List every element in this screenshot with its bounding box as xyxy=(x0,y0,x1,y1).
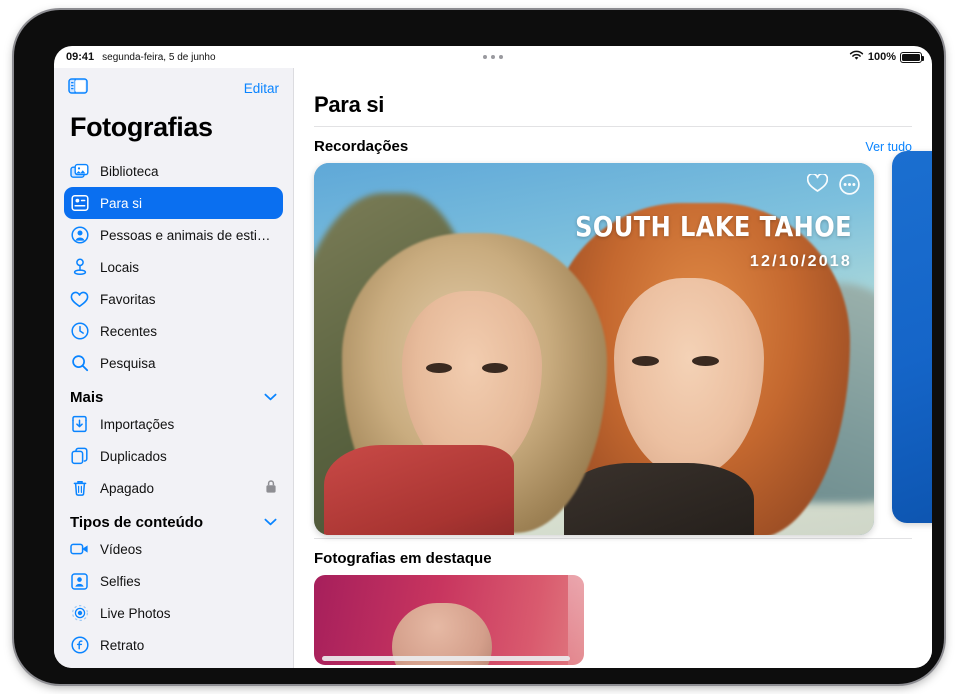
duplicate-icon xyxy=(70,447,89,466)
sidebar-item-label: Locais xyxy=(100,259,140,275)
featured-photo-edge xyxy=(568,575,584,665)
sidebar-item-label: Retrato xyxy=(100,637,145,653)
main-content: Para si Recordações Ver tudo SOUTH LAKE … xyxy=(294,68,932,668)
ellipsis-circle-icon[interactable] xyxy=(839,174,860,195)
sidebar-item-label: Favoritas xyxy=(100,291,156,307)
status-bar-right: 100% xyxy=(849,50,924,64)
handle-dot xyxy=(483,55,487,59)
status-bar-left: 09:41 segunda-feira, 5 de junho xyxy=(66,51,216,63)
photo-stack-icon xyxy=(70,162,89,181)
status-time: 09:41 xyxy=(66,51,95,63)
sidebar-item-recentes[interactable]: Recentes xyxy=(64,315,283,347)
section-title: Fotografias em destaque xyxy=(314,550,492,567)
sidebar-group-tipos-de-conteudo[interactable]: Tipos de conteúdo xyxy=(70,514,277,531)
sidebar: Editar Fotografias Biblioteca Para si Pe… xyxy=(54,68,294,668)
sidebar-item-locais[interactable]: Locais xyxy=(64,251,283,283)
sidebar-item-retrato[interactable]: Retrato xyxy=(64,629,283,661)
page-title: Fotografias xyxy=(70,112,213,142)
horizontal-scrollbar[interactable] xyxy=(322,656,570,661)
memory-card-actions xyxy=(806,172,860,195)
status-date: segunda-feira, 5 de junho xyxy=(102,52,216,63)
status-bar: 09:41 segunda-feira, 5 de junho 100% xyxy=(54,46,932,68)
memory-card-next[interactable] xyxy=(892,151,932,523)
sidebar-item-label: Recentes xyxy=(100,323,158,339)
sidebar-item-label: Para si xyxy=(100,195,143,211)
memory-date: 12/10/2018 xyxy=(749,253,852,270)
selfie-icon xyxy=(70,572,89,591)
featured-photo-card[interactable] xyxy=(314,575,584,665)
sidebar-item-label: Vídeos xyxy=(100,541,143,557)
lock-icon xyxy=(265,479,277,497)
main-inner: Para si Recordações Ver tudo SOUTH LAKE … xyxy=(294,68,932,665)
sidebar-toggle-icon[interactable] xyxy=(68,77,88,99)
sidebar-item-selfies[interactable]: Selfies xyxy=(64,565,283,597)
edit-button[interactable]: Editar xyxy=(244,81,279,96)
sidebar-item-pessoas[interactable]: Pessoas e animais de estim… xyxy=(64,219,283,251)
handle-dot xyxy=(491,55,495,59)
handle-dot xyxy=(499,55,503,59)
memory-title: SOUTH LAKE TAHOE xyxy=(575,210,852,243)
sidebar-item-label: Pessoas e animais de estim… xyxy=(100,227,277,243)
live-photo-icon xyxy=(70,604,89,623)
sidebar-item-label: Live Photos xyxy=(100,605,171,621)
sidebar-item-duplicados[interactable]: Duplicados xyxy=(64,440,283,472)
battery-full-icon xyxy=(900,51,924,63)
map-pin-icon xyxy=(70,258,89,277)
sidebar-item-label: Duplicados xyxy=(100,448,167,464)
main-page-title: Para si xyxy=(314,92,385,117)
search-icon xyxy=(70,354,89,373)
ipad-device-frame: 09:41 segunda-feira, 5 de junho 100% Edi… xyxy=(14,10,944,684)
sidebar-item-apagado[interactable]: Apagado xyxy=(64,472,283,504)
sidebar-item-label: Apagado xyxy=(100,480,155,496)
chevron-down-icon[interactable] xyxy=(264,517,277,529)
memory-card-text: SOUTH LAKE TAHOE 12/10/2018 xyxy=(530,213,852,271)
import-icon xyxy=(70,415,89,434)
heart-icon[interactable] xyxy=(806,172,829,195)
sidebar-item-label: Selfies xyxy=(100,573,141,589)
featured-section-header: Fotografias em destaque xyxy=(314,539,912,575)
memories-section-header: Recordações Ver tudo xyxy=(314,127,912,163)
trash-icon xyxy=(70,479,89,498)
heart-icon xyxy=(70,290,89,309)
sidebar-item-label: Importações xyxy=(100,416,175,432)
sidebar-group-label: Tipos de conteúdo xyxy=(70,514,204,531)
portrait-icon xyxy=(70,636,89,655)
video-icon xyxy=(70,540,89,559)
memories-carousel: SOUTH LAKE TAHOE 12/10/2018 xyxy=(314,151,932,538)
sidebar-item-label: Pesquisa xyxy=(100,355,156,371)
memory-card[interactable]: SOUTH LAKE TAHOE 12/10/2018 xyxy=(314,163,874,535)
ipad-screen: 09:41 segunda-feira, 5 de junho 100% Edi… xyxy=(54,46,932,668)
for-you-icon xyxy=(70,194,89,213)
multitasking-handle[interactable] xyxy=(483,55,503,59)
sidebar-item-favoritas[interactable]: Favoritas xyxy=(64,283,283,315)
sidebar-group-mais[interactable]: Mais xyxy=(70,389,277,406)
sidebar-item-pesquisa[interactable]: Pesquisa xyxy=(64,347,283,379)
section-title: Recordações xyxy=(314,138,409,155)
battery-percent-label: 100% xyxy=(867,51,896,63)
wifi-icon xyxy=(849,50,864,64)
clock-icon xyxy=(70,322,89,341)
person-circle-icon xyxy=(70,226,89,245)
sidebar-item-label: Biblioteca xyxy=(100,163,159,179)
chevron-down-icon[interactable] xyxy=(264,392,277,404)
sidebar-item-importacoes[interactable]: Importações xyxy=(64,408,283,440)
sidebar-group-label: Mais xyxy=(70,389,104,406)
sidebar-item-live-photos[interactable]: Live Photos xyxy=(64,597,283,629)
sidebar-item-biblioteca[interactable]: Biblioteca xyxy=(64,155,283,187)
sidebar-item-para-si[interactable]: Para si xyxy=(64,187,283,219)
sidebar-topbar: Editar xyxy=(54,68,293,108)
sidebar-item-videos[interactable]: Vídeos xyxy=(64,533,283,565)
